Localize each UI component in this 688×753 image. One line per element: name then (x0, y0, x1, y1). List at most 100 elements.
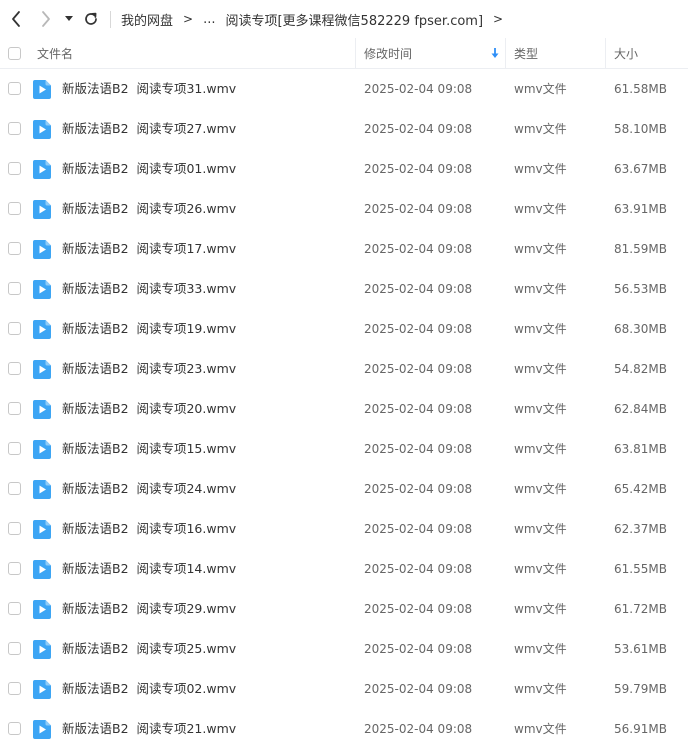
file-row[interactable]: 新版法语B2 阅读专项31.wmv 2025-02-04 09:08 wmv文件 61… (0, 69, 688, 109)
row-checkbox[interactable] (8, 322, 21, 335)
file-name[interactable]: 新版法语B2 阅读专项29.wmv (62, 589, 236, 629)
row-checkbox[interactable] (8, 122, 21, 135)
file-size: 63.91MB (614, 202, 667, 216)
row-checkbox[interactable] (8, 82, 21, 95)
file-size: 62.37MB (614, 522, 667, 536)
file-type: wmv文件 (514, 122, 567, 136)
breadcrumb-current[interactable]: 阅读专项[更多课程微信582229 fpser.com] (225, 10, 483, 29)
row-checkbox[interactable] (8, 522, 21, 535)
file-row[interactable]: 新版法语B2 阅读专项23.wmv 2025-02-04 09:08 wmv文件 54… (0, 349, 688, 389)
video-file-icon (33, 80, 51, 99)
file-row[interactable]: 新版法语B2 阅读专项02.wmv 2025-02-04 09:08 wmv文件 59… (0, 669, 688, 709)
file-type: wmv文件 (514, 682, 567, 696)
file-row[interactable]: 新版法语B2 阅读专项16.wmv 2025-02-04 09:08 wmv文件 62… (0, 509, 688, 549)
file-name[interactable]: 新版法语B2 阅读专项24.wmv (62, 469, 236, 509)
column-header-size[interactable]: 大小 (614, 38, 638, 69)
row-checkbox[interactable] (8, 562, 21, 575)
file-row[interactable]: 新版法语B2 阅读专项19.wmv 2025-02-04 09:08 wmv文件 68… (0, 309, 688, 349)
file-name[interactable]: 新版法语B2 阅读专项20.wmv (62, 389, 236, 429)
file-row[interactable]: 新版法语B2 阅读专项20.wmv 2025-02-04 09:08 wmv文件 62… (0, 389, 688, 429)
file-row[interactable]: 新版法语B2 阅读专项25.wmv 2025-02-04 09:08 wmv文件 53… (0, 629, 688, 669)
video-file-icon (33, 200, 51, 219)
file-type: wmv文件 (514, 162, 567, 176)
row-checkbox[interactable] (8, 162, 21, 175)
file-row[interactable]: 新版法语B2 阅读专项14.wmv 2025-02-04 09:08 wmv文件 61… (0, 549, 688, 589)
video-file-icon (33, 480, 51, 499)
row-checkbox[interactable] (8, 602, 21, 615)
file-modified-time: 2025-02-04 09:08 (364, 162, 473, 176)
breadcrumb-ellipsis[interactable]: ... (203, 12, 215, 27)
file-modified-time: 2025-02-04 09:08 (364, 202, 473, 216)
file-modified-time: 2025-02-04 09:08 (364, 562, 473, 576)
row-checkbox[interactable] (8, 682, 21, 695)
history-dropdown-button[interactable] (61, 8, 77, 30)
file-type: wmv文件 (514, 722, 567, 736)
file-size: 58.10MB (614, 122, 667, 136)
file-name[interactable]: 新版法语B2 阅读专项26.wmv (62, 189, 236, 229)
column-divider[interactable] (355, 38, 356, 69)
row-checkbox[interactable] (8, 442, 21, 455)
file-size: 54.82MB (614, 362, 667, 376)
row-checkbox[interactable] (8, 242, 21, 255)
file-type: wmv文件 (514, 482, 567, 496)
sort-indicator[interactable] (491, 38, 499, 69)
file-size: 63.67MB (614, 162, 667, 176)
file-modified-time: 2025-02-04 09:08 (364, 282, 473, 296)
breadcrumb-root[interactable]: 我的网盘 (121, 10, 173, 29)
row-checkbox[interactable] (8, 402, 21, 415)
file-type: wmv文件 (514, 442, 567, 456)
back-button[interactable] (6, 8, 26, 30)
row-checkbox[interactable] (8, 282, 21, 295)
column-divider[interactable] (505, 38, 506, 69)
row-checkbox[interactable] (8, 642, 21, 655)
file-name[interactable]: 新版法语B2 阅读专项19.wmv (62, 309, 236, 349)
file-name[interactable]: 新版法语B2 阅读专项16.wmv (62, 509, 236, 549)
video-file-icon (33, 160, 51, 179)
file-row[interactable]: 新版法语B2 阅读专项27.wmv 2025-02-04 09:08 wmv文件 58… (0, 109, 688, 149)
file-row[interactable]: 新版法语B2 阅读专项17.wmv 2025-02-04 09:08 wmv文件 81… (0, 229, 688, 269)
file-size: 61.58MB (614, 82, 667, 96)
refresh-icon (85, 12, 97, 25)
file-name[interactable]: 新版法语B2 阅读专项27.wmv (62, 109, 236, 149)
file-name[interactable]: 新版法语B2 阅读专项14.wmv (62, 549, 236, 589)
file-row[interactable]: 新版法语B2 阅读专项33.wmv 2025-02-04 09:08 wmv文件 56… (0, 269, 688, 309)
forward-button[interactable] (36, 8, 56, 30)
file-size: 65.42MB (614, 482, 667, 496)
file-row[interactable]: 新版法语B2 阅读专项26.wmv 2025-02-04 09:08 wmv文件 63… (0, 189, 688, 229)
file-row[interactable]: 新版法语B2 阅读专项21.wmv 2025-02-04 09:08 wmv文件 56… (0, 709, 688, 749)
file-type: wmv文件 (514, 522, 567, 536)
select-all-checkbox[interactable] (8, 47, 21, 60)
video-file-icon (33, 520, 51, 539)
file-name[interactable]: 新版法语B2 阅读专项21.wmv (62, 709, 236, 749)
row-checkbox[interactable] (8, 362, 21, 375)
file-size: 56.53MB (614, 282, 667, 296)
row-checkbox[interactable] (8, 202, 21, 215)
file-size: 68.30MB (614, 322, 667, 336)
column-divider[interactable] (605, 38, 606, 69)
column-header-modified[interactable]: 修改时间 (364, 38, 412, 69)
file-row[interactable]: 新版法语B2 阅读专项24.wmv 2025-02-04 09:08 wmv文件 65… (0, 469, 688, 509)
column-header-type[interactable]: 类型 (514, 38, 538, 69)
file-row[interactable]: 新版法语B2 阅读专项15.wmv 2025-02-04 09:08 wmv文件 63… (0, 429, 688, 469)
file-name[interactable]: 新版法语B2 阅读专项01.wmv (62, 149, 236, 189)
row-checkbox[interactable] (8, 722, 21, 735)
file-name[interactable]: 新版法语B2 阅读专项33.wmv (62, 269, 236, 309)
video-file-icon (33, 600, 51, 619)
file-name[interactable]: 新版法语B2 阅读专项02.wmv (62, 669, 236, 709)
file-name[interactable]: 新版法语B2 阅读专项31.wmv (62, 69, 236, 109)
file-row[interactable]: 新版法语B2 阅读专项01.wmv 2025-02-04 09:08 wmv文件 63… (0, 149, 688, 189)
file-name[interactable]: 新版法语B2 阅读专项17.wmv (62, 229, 236, 269)
file-type: wmv文件 (514, 282, 567, 296)
file-name[interactable]: 新版法语B2 阅读专项15.wmv (62, 429, 236, 469)
file-name[interactable]: 新版法语B2 阅读专项25.wmv (62, 629, 236, 669)
row-checkbox[interactable] (8, 482, 21, 495)
file-type: wmv文件 (514, 322, 567, 336)
column-header-name[interactable]: 文件名 (37, 38, 73, 69)
navigation-bar: 我的网盘 > ... 阅读专项[更多课程微信582229 fpser.com] … (0, 0, 688, 38)
file-name[interactable]: 新版法语B2 阅读专项23.wmv (62, 349, 236, 389)
nav-divider (110, 11, 111, 28)
refresh-button[interactable] (81, 8, 101, 30)
arrow-down-icon (491, 48, 499, 58)
file-row[interactable]: 新版法语B2 阅读专项29.wmv 2025-02-04 09:08 wmv文件 61… (0, 589, 688, 629)
file-modified-time: 2025-02-04 09:08 (364, 482, 473, 496)
